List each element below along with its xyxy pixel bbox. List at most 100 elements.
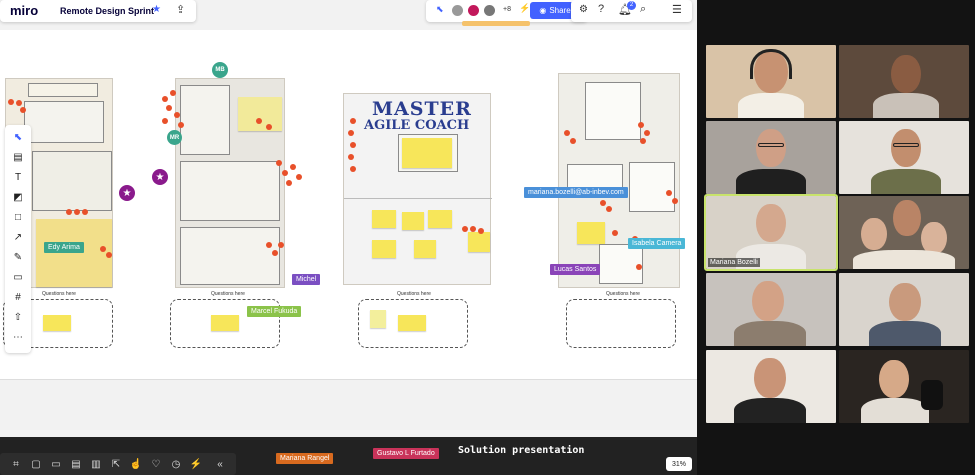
- help-icon[interactable]: ?: [598, 3, 604, 15]
- person-head: [889, 283, 921, 321]
- participant-tile[interactable]: [839, 45, 969, 118]
- vote-dot: [290, 164, 296, 170]
- participant-tile[interactable]: [839, 273, 969, 346]
- person-head: [921, 222, 947, 254]
- vote-dot: [20, 107, 26, 113]
- board-title[interactable]: Remote Design Sprint: [60, 6, 154, 16]
- vote-dot: [350, 166, 356, 172]
- person-body: [861, 398, 929, 423]
- vote-dot: [478, 228, 484, 234]
- timer-icon[interactable]: ◷: [168, 456, 184, 472]
- menu-icon[interactable]: ☰: [672, 3, 682, 16]
- reaction-icon[interactable]: ♡: [148, 456, 164, 472]
- person-head: [893, 200, 921, 236]
- sketch-panel: [24, 101, 104, 143]
- collaborator-avatar[interactable]: MB: [212, 62, 228, 78]
- frames-icon[interactable]: ⌗: [8, 456, 24, 472]
- more-icon[interactable]: ⋯: [5, 327, 31, 347]
- headphones-icon: [921, 380, 943, 410]
- participant-tile[interactable]: [839, 196, 969, 269]
- settings-icon[interactable]: ⚙: [579, 4, 588, 15]
- cursor-label: Marcel Fukuda: [247, 306, 302, 317]
- globe-icon: ◉: [539, 6, 547, 15]
- vote-dot: [564, 130, 570, 136]
- search-icon[interactable]: ⌕: [640, 3, 646, 16]
- zoom-level[interactable]: 31%: [666, 457, 692, 471]
- sticky-note[interactable]: [428, 210, 452, 228]
- sticky-note-icon[interactable]: ◩: [5, 187, 31, 207]
- person-head: [752, 281, 784, 321]
- sticky-note[interactable]: [370, 310, 386, 328]
- frame-sketch-2[interactable]: [175, 78, 285, 288]
- avatar[interactable]: [452, 5, 463, 16]
- apps-icon[interactable]: ⚡: [188, 456, 204, 472]
- participant-tile[interactable]: [706, 273, 836, 346]
- sticky-note[interactable]: [372, 210, 396, 228]
- vote-dot: [470, 226, 476, 232]
- sticky-note[interactable]: [577, 222, 605, 244]
- collapse-icon[interactable]: «: [212, 456, 228, 472]
- vote-dot: [600, 200, 606, 206]
- comment-icon[interactable]: ▢: [28, 456, 44, 472]
- text-tool-icon[interactable]: T: [5, 167, 31, 187]
- collaborator-avatar[interactable]: MR: [167, 130, 182, 145]
- board-canvas[interactable]: MASTER AGILE COACH MB MR ★ ★ Questions h…: [0, 30, 697, 380]
- sticky-note[interactable]: [43, 315, 71, 331]
- cursor-label: Gustavo L Furtado: [373, 448, 439, 459]
- participant-tile[interactable]: [839, 350, 969, 423]
- sticky-note[interactable]: [211, 315, 239, 331]
- select-tool-icon[interactable]: ⬉: [5, 127, 31, 147]
- sticky-note[interactable]: [402, 212, 424, 230]
- vote-dot: [672, 198, 678, 204]
- comment-icon[interactable]: ▭: [5, 267, 31, 287]
- person-head: [756, 204, 786, 242]
- collaborator-count[interactable]: +8: [503, 6, 511, 13]
- sticky-note[interactable]: [414, 240, 436, 258]
- vote-icon[interactable]: ☝: [128, 456, 144, 472]
- avatar[interactable]: [484, 5, 495, 16]
- person-head: [754, 358, 786, 398]
- vote-dot: [256, 118, 262, 124]
- vote-dot: [100, 246, 106, 252]
- cursor-label: Lucas Santos: [550, 264, 601, 275]
- frame-icon[interactable]: #: [5, 287, 31, 307]
- participant-tile[interactable]: [706, 45, 836, 118]
- participant-tile[interactable]: [706, 350, 836, 423]
- avatar[interactable]: [468, 5, 479, 16]
- cards-icon[interactable]: ▤: [68, 456, 84, 472]
- vote-dot: [570, 138, 576, 144]
- person-head: [861, 218, 887, 250]
- cursor-icon[interactable]: ⬉: [436, 4, 444, 15]
- sticky-note[interactable]: [402, 138, 452, 168]
- sticky-note[interactable]: [238, 97, 282, 131]
- sticky-note[interactable]: [398, 315, 426, 331]
- participant-tile[interactable]: [839, 121, 969, 194]
- person-body: [873, 93, 939, 118]
- connector-icon[interactable]: ↗: [5, 227, 31, 247]
- frame-sketch-4[interactable]: [558, 73, 680, 288]
- export-icon[interactable]: ⇪: [176, 3, 185, 16]
- share-screen-icon[interactable]: ⇱: [108, 456, 124, 472]
- vote-dot: [82, 209, 88, 215]
- sticky-note[interactable]: [372, 240, 396, 258]
- shape-tool-icon[interactable]: □: [5, 207, 31, 227]
- participant-tile[interactable]: [706, 121, 836, 194]
- kanban-icon[interactable]: ▥: [88, 456, 104, 472]
- question-box[interactable]: [566, 299, 676, 348]
- bolt-icon[interactable]: ⚡: [519, 3, 530, 14]
- pen-icon[interactable]: ✎: [5, 247, 31, 267]
- upload-icon[interactable]: ⇧: [5, 307, 31, 327]
- vote-dot: [296, 174, 302, 180]
- miro-logo[interactable]: miro: [10, 3, 38, 18]
- participant-tile-highlighted[interactable]: Mariana Bozelli: [704, 194, 838, 271]
- star-icon[interactable]: ★: [119, 185, 135, 201]
- star-icon[interactable]: ★: [152, 4, 161, 15]
- sticky-note[interactable]: [468, 232, 490, 252]
- vote-dot: [162, 96, 168, 102]
- frame-master-agile-coach[interactable]: MASTER AGILE COACH: [343, 93, 492, 285]
- star-icon[interactable]: ★: [152, 169, 168, 185]
- templates-icon[interactable]: ▤: [5, 147, 31, 167]
- vote-dot: [174, 112, 180, 118]
- chat-icon[interactable]: ▭: [48, 456, 64, 472]
- sticky-note[interactable]: [36, 219, 112, 287]
